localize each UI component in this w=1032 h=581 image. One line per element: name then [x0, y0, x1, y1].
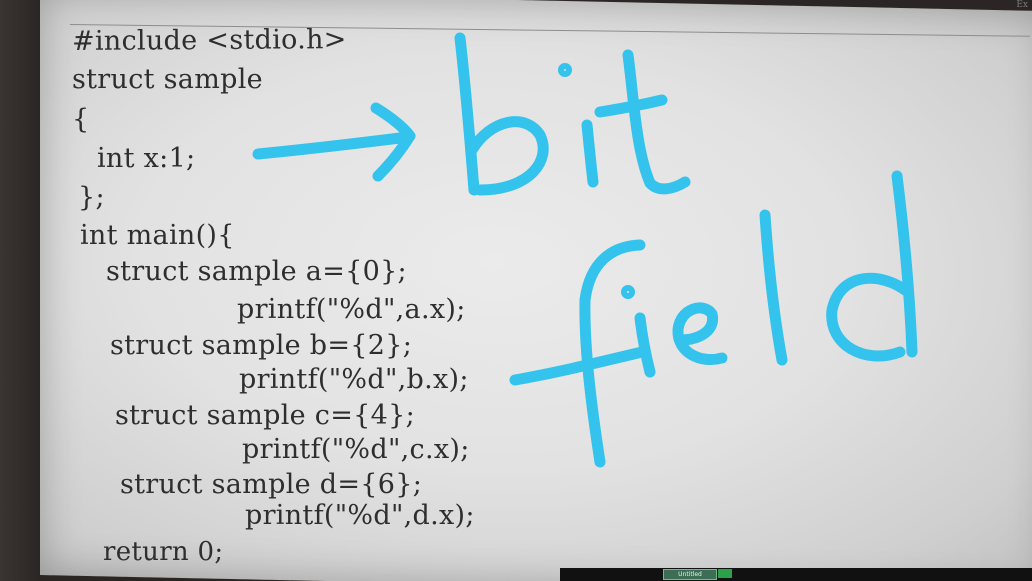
taskbar-indicator	[718, 569, 732, 578]
right-arrow-icon	[252, 102, 416, 182]
handwritten-word-field	[509, 170, 918, 468]
taskbar	[560, 568, 1032, 581]
taskbar-button[interactable]: Untitled	[663, 569, 717, 580]
photo-frame: Ex #include <stdio.h> struct sample { in…	[0, 0, 1032, 581]
handwritten-annotation	[252, 32, 918, 468]
handwritten-word-bit	[454, 32, 691, 196]
